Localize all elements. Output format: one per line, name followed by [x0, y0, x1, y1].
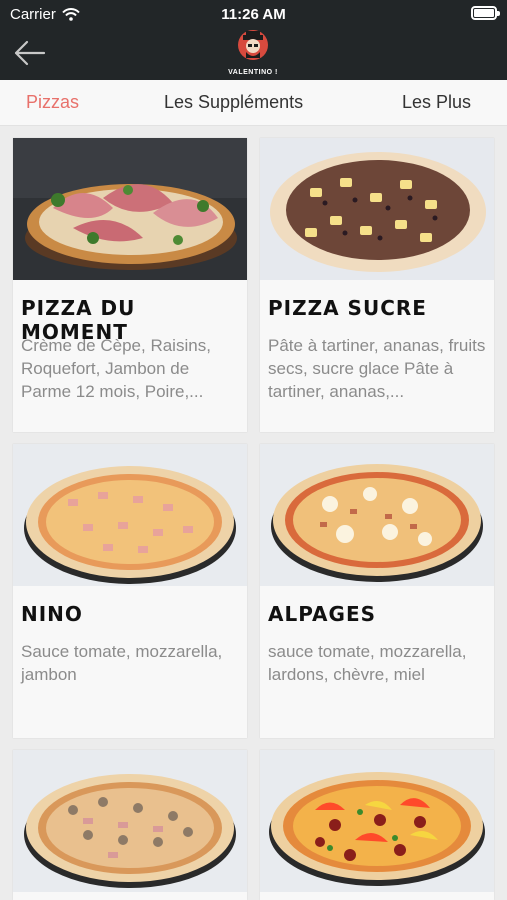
- pizza-image: [13, 750, 247, 892]
- navigation-bar: Carrier 11:26 AM VALENTINO !: [0, 0, 507, 80]
- pizza-card[interactable]: ALPAGES sauce tomate, mozzarella, lardon…: [260, 444, 494, 738]
- pizza-name: ALPAGES: [268, 602, 377, 626]
- brand-logo: VALENTINO !: [227, 28, 279, 76]
- pizza-name: NINO: [21, 602, 83, 626]
- logo-text: VALENTINO !: [228, 69, 278, 76]
- pizza-description: sauce tomate, mozzarella, lardons, chèvr…: [268, 642, 467, 684]
- tab-pizzas[interactable]: Pizzas: [26, 92, 79, 113]
- arrow-left-icon: [14, 40, 46, 66]
- category-tabs: Pizzas Les Suppléments Les Plus: [0, 80, 507, 126]
- status-bar: Carrier 11:26 AM: [0, 0, 507, 28]
- clock: 11:26 AM: [221, 6, 286, 23]
- battery-icon: [471, 6, 500, 20]
- pizza-card[interactable]: PIZZA DU MOMENT Crème de Cèpe, Raisins, …: [13, 138, 247, 432]
- pizza-card[interactable]: NINO Sauce tomate, mozzarella, jambon: [13, 444, 247, 738]
- pizza-image: [13, 138, 247, 280]
- back-button[interactable]: [12, 38, 48, 68]
- pizza-image: [260, 138, 494, 280]
- pizza-image: [260, 444, 494, 586]
- pizza-image: [260, 750, 494, 892]
- pizza-image: [13, 444, 247, 586]
- pizza-card[interactable]: [260, 750, 494, 900]
- pizza-card[interactable]: PIZZA SUCRE Pâte à tartiner, ananas, fru…: [260, 138, 494, 432]
- pizza-grid: PIZZA DU MOMENT Crème de Cèpe, Raisins, …: [0, 126, 507, 900]
- pizza-card[interactable]: [13, 750, 247, 900]
- logo-mark: [238, 30, 268, 60]
- tab-les-plus[interactable]: Les Plus: [402, 92, 471, 113]
- pizza-description: Crème de Cèpe, Raisins, Roquefort, Jambo…: [21, 336, 211, 401]
- pizza-description: Sauce tomate, mozzarella, jambon: [21, 642, 223, 684]
- tab-les-supplements[interactable]: Les Suppléments: [164, 92, 303, 113]
- pizza-description: Pâte à tartiner, ananas, fruits secs, su…: [268, 336, 486, 401]
- pizza-name: PIZZA SUCRE: [268, 296, 427, 320]
